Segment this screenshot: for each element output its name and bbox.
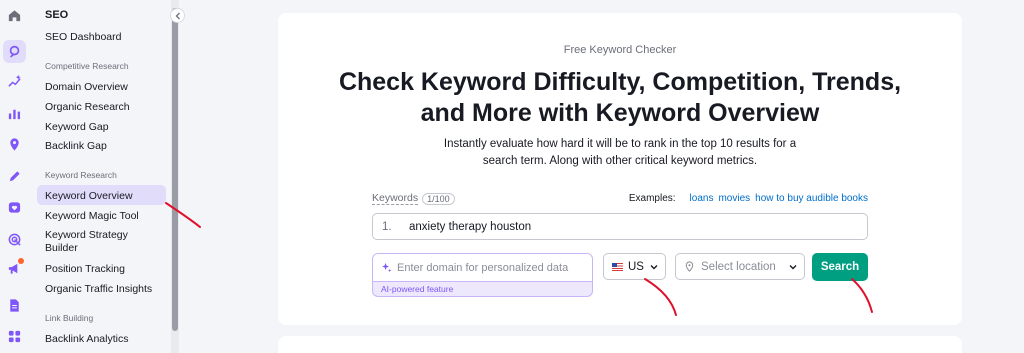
- collapse-sidebar-button[interactable]: [170, 8, 185, 23]
- sidebar-scrollbar-thumb[interactable]: [172, 8, 178, 331]
- ai-sparkle-icon: [382, 262, 392, 273]
- sidebar-item-domain-overview[interactable]: Domain Overview: [45, 81, 128, 94]
- us-flag-icon: [612, 262, 623, 271]
- keywords-label: Keywords 1/100: [372, 192, 455, 205]
- target-icon[interactable]: [3, 228, 26, 251]
- domain-input[interactable]: Enter domain for personalized data: [373, 254, 592, 282]
- keywords-count-badge: 1/100: [422, 192, 455, 205]
- example-link-loans[interactable]: loans: [690, 193, 714, 204]
- sidebar-section-label: Keyword Research: [45, 170, 117, 180]
- sidebar-item-organic-research[interactable]: Organic Research: [45, 101, 130, 114]
- ai-feature-label: AI-powered feature: [381, 284, 454, 294]
- sidebar-item-backlink-analytics[interactable]: Backlink Analytics: [45, 333, 128, 346]
- sidebar-item-position-tracking[interactable]: Position Tracking: [45, 263, 125, 276]
- sidebar-item-organic-traffic-insights[interactable]: Organic Traffic Insights: [45, 283, 152, 296]
- subtitle-line: Instantly evaluate how hard it will be t…: [443, 138, 797, 150]
- domain-input-placeholder: Enter domain for personalized data: [397, 261, 569, 274]
- chart-icon[interactable]: [3, 102, 26, 125]
- sidebar-item-seo-dashboard[interactable]: SEO Dashboard: [45, 31, 121, 44]
- sidebar-item-keyword-overview[interactable]: Keyword Overview: [45, 190, 133, 203]
- heart-icon[interactable]: [3, 196, 26, 219]
- eyebrow-text: Free Keyword Checker: [563, 44, 677, 56]
- page-subtitle: Instantly evaluate how hard it will be t…: [420, 136, 820, 170]
- document-icon[interactable]: [3, 294, 26, 317]
- sidebar-item-keyword-magic-tool[interactable]: Keyword Magic Tool: [45, 210, 139, 223]
- examples-label: Examples:: [628, 193, 676, 204]
- chevron-down-icon: [789, 265, 797, 270]
- page-title-line: and More with Keyword Overview: [420, 99, 820, 127]
- page-title: Check Keyword Difficulty, Competition, T…: [278, 67, 962, 129]
- example-link-movies[interactable]: movies: [718, 193, 750, 204]
- page-title-line: Check Keyword Difficulty, Competition, T…: [338, 68, 902, 96]
- subtitle-line: search term. Along with other critical k…: [482, 155, 758, 167]
- sidebar-section-label: Link Building: [45, 313, 94, 323]
- chevron-left-icon: [175, 12, 180, 19]
- country-value: US: [628, 260, 644, 273]
- chevron-down-icon: [650, 265, 658, 270]
- ai-sparkle-icon[interactable]: [3, 70, 26, 93]
- domain-field-wrapper: Enter domain for personalized data AI-po…: [372, 253, 593, 297]
- home-icon[interactable]: [3, 4, 26, 27]
- seo-icon[interactable]: [3, 40, 26, 63]
- secondary-card: [278, 336, 962, 353]
- pencil-icon[interactable]: [3, 165, 26, 188]
- sidebar-item-keyword-strategy-builder[interactable]: Keyword Strategy Builder: [45, 229, 155, 254]
- search-button[interactable]: Search: [812, 253, 868, 281]
- apps-icon[interactable]: [3, 325, 26, 348]
- sidebar: SEO SEO Dashboard Competitive Research D…: [33, 0, 170, 353]
- sidebar-section-label: Competitive Research: [45, 61, 129, 71]
- keyword-input[interactable]: 1. anxiety therapy houston: [372, 213, 868, 240]
- megaphone-icon[interactable]: [3, 257, 26, 280]
- location-placeholder: Select location: [701, 260, 776, 273]
- location-pin-icon[interactable]: [3, 133, 26, 156]
- location-select[interactable]: Select location: [675, 253, 805, 280]
- icon-rail: [0, 0, 29, 353]
- keywords-label-text: Keywords: [372, 192, 419, 205]
- keyword-input-value: anxiety therapy houston: [409, 220, 532, 233]
- examples-row: Examples: loans movies how to buy audibl…: [629, 193, 868, 204]
- keyword-line-number: 1.: [382, 220, 392, 233]
- sidebar-item-keyword-gap[interactable]: Keyword Gap: [45, 121, 109, 134]
- notification-dot: [18, 258, 24, 264]
- example-link-audible[interactable]: how to buy audible books: [755, 193, 868, 204]
- sidebar-item-backlink-gap[interactable]: Backlink Gap: [45, 140, 107, 153]
- keyword-checker-card: Free Keyword Checker Check Keyword Diffi…: [278, 13, 962, 325]
- sidebar-title: SEO: [45, 9, 69, 21]
- location-pin-icon: [685, 261, 694, 272]
- country-select[interactable]: US: [603, 253, 666, 280]
